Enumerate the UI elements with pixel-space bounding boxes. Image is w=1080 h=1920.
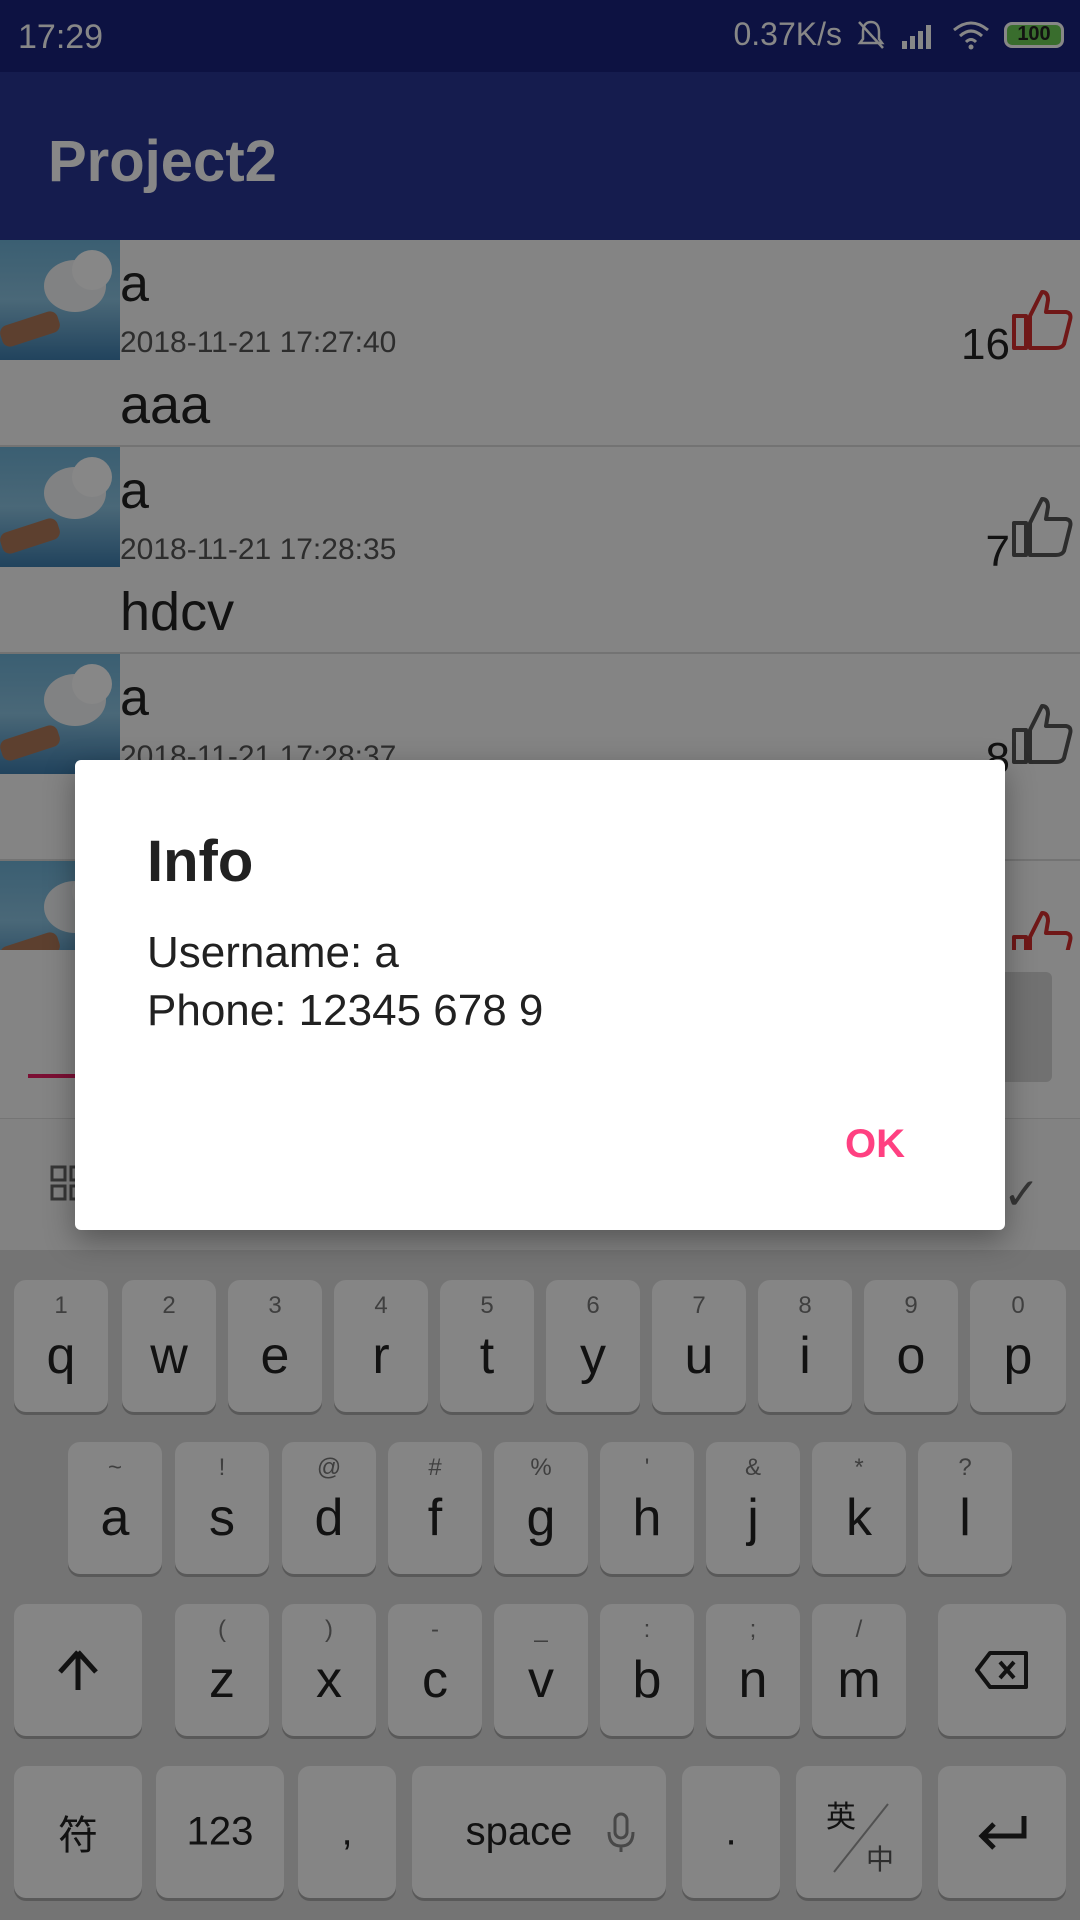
dialog-phone: Phone: 12345 678 9 — [147, 986, 544, 1035]
info-dialog: Info Username: a Phone: 12345 678 9 OK — [75, 760, 1005, 1230]
ok-button[interactable]: OK — [845, 1122, 905, 1167]
dialog-message: Username: a Phone: 12345 678 9 — [147, 924, 543, 1040]
dialog-username: Username: a — [147, 928, 399, 977]
dialog-title: Info — [147, 829, 254, 894]
